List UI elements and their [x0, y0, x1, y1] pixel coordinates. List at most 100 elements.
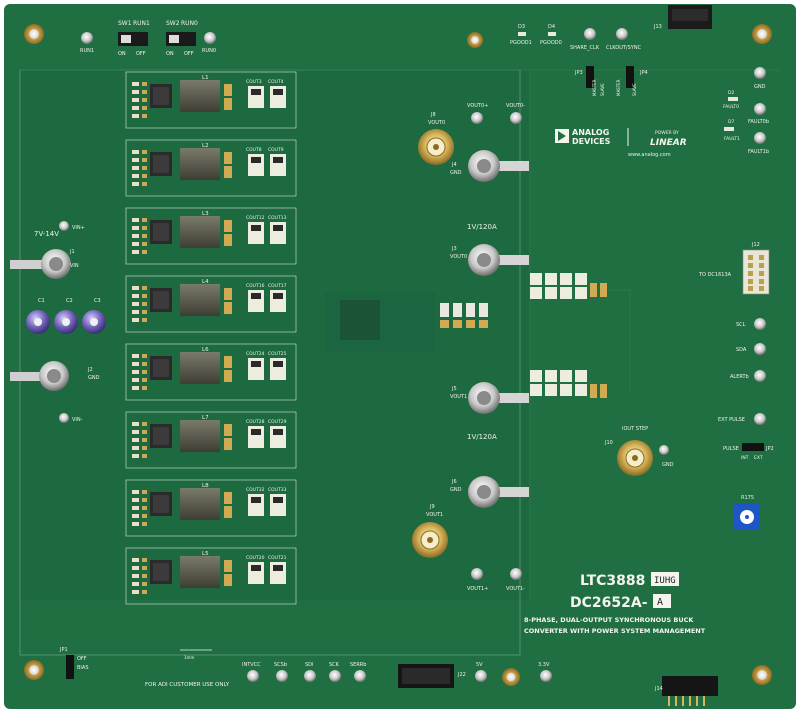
brand-website: www.analog.com: [628, 152, 671, 158]
svg-text:J3: J3: [451, 246, 457, 252]
svg-text:5V: 5V: [476, 662, 483, 668]
description-line2: CONVERTER WITH POWER SYSTEM MANAGEMENT: [524, 627, 706, 635]
part-title: LTC3888: [580, 573, 645, 589]
pcb-board: SW1 RUN1 ON OFF SW2 RUN0 ON OFF RUN1 RUN…: [4, 4, 796, 709]
svg-text:D2: D2: [728, 90, 734, 96]
svg-text:VOUT0: VOUT0: [428, 120, 445, 126]
cap-label-a: COUT28: [246, 419, 265, 425]
brand-line2: DEVICES: [572, 137, 611, 146]
svg-text:MASTER: MASTER: [616, 79, 621, 96]
cap-label-a: COUT8: [246, 147, 262, 153]
svg-text:VIN-: VIN-: [72, 417, 83, 423]
sw2-on-label: ON: [166, 51, 174, 57]
sw2-top-label: RUN0: [181, 20, 198, 27]
cap-label-a: COUT12: [246, 215, 265, 221]
sw1-off-label: OFF: [136, 51, 146, 57]
svg-text:EXT PULSE: EXT PULSE: [718, 417, 745, 423]
svg-text:J8: J8: [430, 112, 436, 118]
svg-text:SLAVE: SLAVE: [632, 83, 637, 96]
brand-powered: POWER BY: [655, 130, 679, 136]
svg-text:J6: J6: [451, 479, 457, 485]
svg-text:J12: J12: [751, 242, 760, 248]
svg-text:VOUT0: VOUT0: [450, 254, 467, 260]
svg-text:SCK: SCK: [329, 662, 340, 668]
svg-text:R175: R175: [741, 495, 754, 501]
svg-text:SCL: SCL: [736, 322, 746, 328]
cap-label-b: COUT21: [268, 555, 287, 561]
svg-text:JP4: JP4: [639, 70, 648, 76]
input-capacitors: C1 C2 C3: [26, 298, 106, 334]
svg-text:INT: INT: [741, 455, 749, 461]
svg-text:JP3: JP3: [574, 70, 583, 76]
svg-text:OFF: OFF: [77, 656, 87, 662]
svg-text:SLAVE: SLAVE: [600, 83, 605, 96]
svg-text:FAULT1: FAULT1: [724, 136, 740, 142]
cap-label-b: COUT9: [268, 147, 284, 153]
svg-text:1mm: 1mm: [184, 655, 194, 660]
cap-label-a: COUT32: [246, 487, 265, 493]
sw1-top-label: RUN1: [133, 20, 150, 27]
inductor-label: L8: [202, 483, 209, 489]
inductor-l4: [180, 284, 220, 316]
svg-text:CLKOUT/SYNC: CLKOUT/SYNC: [606, 45, 642, 51]
cap-label-b: COUT4: [268, 79, 284, 85]
part-suffix: IUHG: [654, 576, 676, 586]
description-line1: 8-PHASE, DUAL-OUTPUT SYNCHRONOUS BUCK: [524, 616, 694, 624]
svg-text:C1: C1: [38, 298, 45, 304]
svg-text:GND: GND: [450, 487, 462, 493]
inductor-l2: [180, 148, 220, 180]
vout1-rating: 1V/120A: [467, 433, 497, 441]
inductor-label: L6: [202, 347, 209, 353]
svg-text:SCSb: SCSb: [274, 662, 287, 668]
svg-text:SHARE_CLK: SHARE_CLK: [570, 45, 600, 51]
svg-text:D7: D7: [728, 119, 734, 125]
cap-label-b: COUT13: [268, 215, 287, 221]
svg-text:D3: D3: [518, 24, 525, 30]
svg-text:GND: GND: [88, 375, 100, 381]
svg-text:FAULT1b: FAULT1b: [748, 149, 769, 155]
svg-text:GND: GND: [450, 170, 462, 176]
svg-text:D4: D4: [548, 24, 555, 30]
svg-text:TO DC1613A: TO DC1613A: [698, 272, 732, 278]
svg-text:J4: J4: [451, 162, 457, 168]
inductor-label: L3: [202, 211, 209, 217]
svg-text:PGOOD1: PGOOD1: [510, 40, 532, 46]
svg-text:VIN: VIN: [70, 263, 79, 269]
inductor-label: L2: [202, 143, 209, 149]
svg-text:VIN+: VIN+: [72, 225, 85, 231]
svg-text:VOUT0+: VOUT0+: [467, 103, 488, 109]
board-name: DC2652A-: [570, 595, 648, 611]
svg-text:VOUT1: VOUT1: [426, 512, 443, 518]
svg-text:J13: J13: [653, 24, 662, 30]
sw1-on-label: ON: [118, 51, 126, 57]
brand-linear: LINEAR: [650, 138, 687, 148]
inductor-label: L4: [202, 279, 209, 285]
cap-label-b: COUT17: [268, 283, 287, 289]
customer-note: FOR ADI CUSTOMER USE ONLY: [145, 682, 230, 688]
sw2-label: SW2: [166, 20, 180, 27]
svg-text:VOUT0-: VOUT0-: [506, 103, 525, 109]
svg-text:PGOOD0: PGOOD0: [540, 40, 562, 46]
board-variant: A: [657, 597, 663, 608]
inductor-label: L5: [202, 551, 209, 557]
cap-label-b: COUT25: [268, 351, 287, 357]
inductor-l8: [180, 488, 220, 520]
cap-label-a: COUT16: [246, 283, 265, 289]
brand-line1: ANALOG: [572, 128, 609, 137]
svg-text:JP1: JP1: [59, 647, 68, 653]
svg-text:J10: J10: [604, 440, 613, 446]
cap-label-a: COUT24: [246, 351, 265, 357]
svg-text:SDI: SDI: [305, 662, 314, 668]
inductor-l1: [180, 80, 220, 112]
svg-text:VOUT1+: VOUT1+: [467, 586, 488, 592]
svg-text:VOUT1: VOUT1: [450, 394, 467, 400]
svg-text:RUN1: RUN1: [80, 48, 94, 54]
svg-text:J2: J2: [87, 367, 93, 373]
sw1-label: SW1: [118, 20, 132, 27]
svg-text:IOUT STEP: IOUT STEP: [622, 426, 648, 432]
svg-text:RUN0: RUN0: [202, 48, 216, 54]
svg-text:SDA: SDA: [736, 347, 747, 353]
inductor-label: L7: [202, 415, 209, 421]
svg-text:GND: GND: [754, 84, 766, 90]
cap-label-b: COUT33: [268, 487, 287, 493]
